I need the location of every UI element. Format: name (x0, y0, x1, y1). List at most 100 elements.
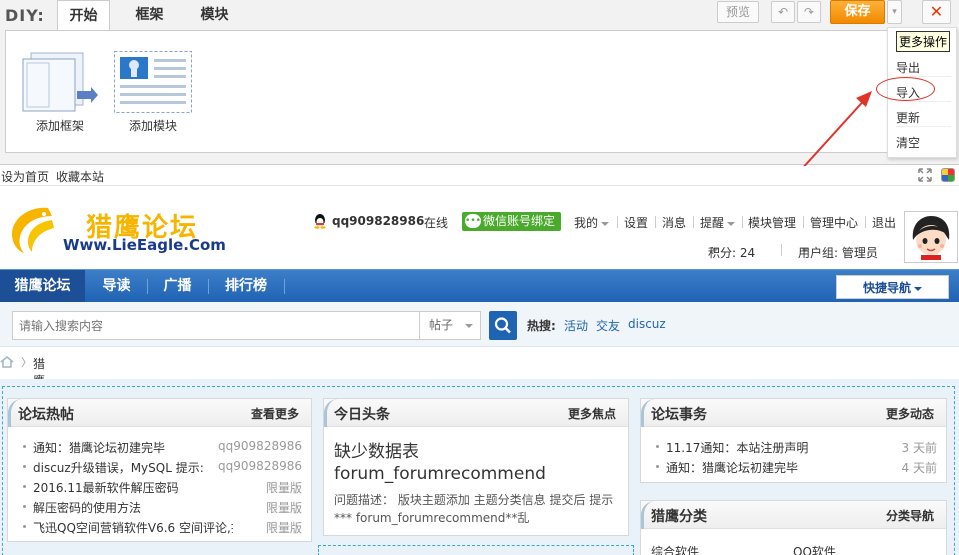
post-time: 3 天前 (901, 441, 937, 455)
site-logo[interactable]: 猎鹰论坛 Www.LieEagle.Com (8, 202, 226, 258)
post-time: 4 天前 (901, 461, 937, 475)
eagle-logo-icon (12, 207, 54, 253)
chevron-down-icon (727, 221, 736, 226)
post-title: 解压密码的使用方法 (33, 501, 142, 515)
frame-icon (21, 51, 99, 113)
close-button[interactable]: ✕ (922, 0, 951, 24)
home-icon[interactable] (0, 356, 14, 368)
avatar[interactable] (904, 211, 958, 263)
box-title: 猎鹰分类 (651, 509, 707, 525)
menu-item-export[interactable]: 导出 (896, 59, 951, 77)
annotation-circle (876, 77, 935, 101)
divider (284, 279, 285, 294)
username-link[interactable]: qq909828986 (332, 214, 424, 228)
search-type-select[interactable]: 帖子 (420, 311, 481, 340)
module-manage-link[interactable]: 模块管理 (748, 214, 796, 231)
menu-item-update[interactable]: 更新 (896, 109, 951, 127)
add-frame-button[interactable]: 添加框架 (20, 51, 100, 134)
box-header: 今日头条 更多焦点 (324, 399, 628, 427)
nav-item-guide[interactable]: 导读 (88, 270, 145, 302)
category-item[interactable]: 综合软件 (651, 543, 699, 555)
more-actions-button[interactable]: ▾ (887, 0, 902, 24)
module-icon (114, 51, 192, 113)
redo-button[interactable]: ↷ (797, 1, 821, 23)
my-menu-label: 我的 (574, 216, 599, 230)
post-title: 11.17通知：本站注册声明 (666, 441, 809, 455)
undo-button[interactable]: ↶ (771, 1, 795, 23)
headline-description: 问题描述： 版块主题添加 主题分类信息 提交后 提示 *** forum_for… (334, 493, 614, 525)
more-actions-tooltip: 更多操作 (896, 31, 951, 52)
quick-nav-label: 快捷导航 (862, 281, 911, 295)
add-module-label: 添加模块 (128, 119, 177, 133)
logout-link[interactable]: 退出 (872, 214, 896, 231)
wechat-bind-button[interactable]: ••• 微信账号绑定 (462, 212, 561, 231)
post-author: qq909828986 (218, 439, 302, 453)
headline-subtitle[interactable]: forum_forumrecommend (334, 464, 546, 484)
divider (655, 216, 656, 228)
tab-frame[interactable]: 框架 (122, 0, 177, 31)
post-title: 2016.11最新软件解压密码 (33, 481, 179, 495)
divider (865, 216, 866, 228)
category-nav-link[interactable]: 分类导航 (886, 507, 934, 524)
color-palette-icon[interactable] (941, 168, 955, 182)
admin-center-link[interactable]: 管理中心 (810, 214, 858, 231)
search-input[interactable] (12, 311, 420, 340)
more-activity-link[interactable]: 更多动态 (886, 405, 934, 422)
nav-item-forum[interactable]: 猎鹰论坛 (0, 270, 85, 302)
tab-module[interactable]: 模块 (187, 0, 242, 31)
post-title: 通知：猎鹰论坛初建完毕 (666, 461, 799, 475)
box-title: 论坛事务 (651, 407, 707, 423)
forum-affairs-box: 论坛事务 更多动态 11.17通知：本站注册声明 3 天前 通知：猎鹰论坛初建完毕… (640, 398, 947, 483)
tab-start[interactable]: 开始 (57, 0, 110, 31)
headline-title[interactable]: 缺少数据表 (334, 437, 419, 462)
chevron-down-icon (601, 221, 610, 226)
divider (742, 216, 743, 228)
chevron-down-icon (465, 323, 474, 328)
headlines-box: 今日头条 更多焦点 缺少数据表 forum_forumrecommend 问题描… (323, 398, 629, 536)
my-menu-link[interactable]: 我的 (574, 214, 610, 231)
points-link[interactable]: 积分: 24 (708, 242, 755, 260)
view-more-link[interactable]: 查看更多 (251, 405, 299, 422)
divider (208, 279, 209, 294)
more-focus-link[interactable]: 更多焦点 (568, 405, 616, 422)
hot-search-link[interactable]: discuz (628, 317, 666, 331)
settings-link[interactable]: 设置 (624, 214, 648, 231)
diy-tab-bar: DIY: 开始 框架 模块 预览 ↶ ↷ 保存 ▾ ✕ (0, 0, 959, 31)
user-group-link[interactable]: 用户组: 管理员 (798, 242, 878, 260)
search-bar: 帖子 热搜: 活动 交友 discuz (0, 302, 959, 347)
online-status[interactable]: 在线 (424, 214, 448, 231)
logo-url: Www.LieEagle.Com (63, 236, 226, 254)
category-item[interactable]: QQ软件 (793, 543, 836, 555)
preview-button[interactable]: 预览 (717, 1, 759, 23)
main-nav: 猎鹰论坛 导读 广播 排行榜 快捷导航 (0, 269, 959, 302)
post-author: qq909828986 (218, 459, 302, 473)
search-button[interactable] (489, 311, 517, 340)
wechat-bind-label: 微信账号绑定 (483, 214, 556, 228)
content-area: 论坛热帖 查看更多 通知：猎鹰论坛初建完毕 qq909828986 discuz升… (0, 379, 959, 555)
post-title: 通知：猎鹰论坛初建完毕 (33, 441, 166, 455)
post-author: 限量版 (265, 521, 302, 535)
add-frame-label: 添加框架 (35, 119, 84, 133)
user-group-label: 用户组: 管理员 (798, 246, 878, 260)
divider (693, 216, 694, 228)
favorite-link[interactable]: 收藏本站 (56, 168, 104, 185)
quick-nav-button[interactable]: 快捷导航 (836, 275, 949, 299)
set-home-link[interactable]: 设为首页 (1, 168, 49, 185)
hot-search-link[interactable]: 交友 (596, 317, 620, 334)
messages-link[interactable]: 消息 (662, 214, 686, 231)
wechat-icon: ••• (465, 214, 481, 228)
menu-item-clear[interactable]: 清空 (896, 134, 951, 152)
top-links-bar: 设为首页 收藏本站 (0, 166, 959, 186)
divider (617, 216, 618, 228)
save-button[interactable]: 保存 (830, 0, 885, 24)
hot-search-label: 热搜: (527, 319, 556, 333)
add-module-button[interactable]: 添加模块 (113, 51, 193, 134)
nav-item-ranking[interactable]: 排行榜 (210, 270, 282, 302)
hot-search-link[interactable]: 活动 (564, 317, 588, 334)
nav-item-broadcast[interactable]: 广播 (149, 270, 206, 302)
diy-label: DIY: (5, 6, 45, 25)
divider (781, 244, 782, 256)
fullscreen-icon[interactable] (918, 168, 932, 182)
points-label: 积分: 24 (708, 246, 756, 260)
reminders-link[interactable]: 提醒 (700, 214, 736, 231)
